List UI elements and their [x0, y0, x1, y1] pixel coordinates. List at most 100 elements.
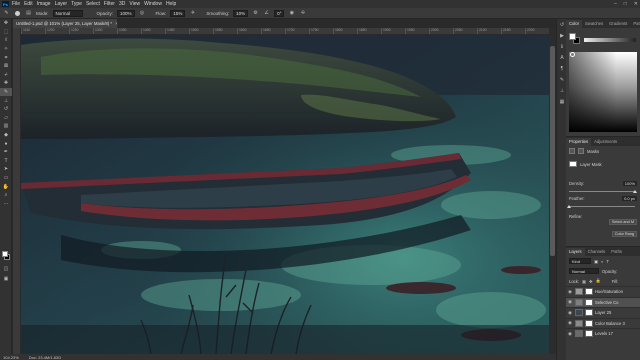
angle-field[interactable]: 0° — [274, 9, 285, 17]
layer-mask-thumb[interactable] — [585, 288, 593, 296]
layer-mask-thumb[interactable] — [585, 298, 593, 306]
select-and-mask-button[interactable]: Select and M — [608, 219, 637, 225]
layer-row[interactable]: ◉ Color Balance 3 — [566, 317, 640, 329]
pen-icon[interactable]: ✒ — [0, 148, 12, 157]
saturation-value-field[interactable] — [569, 52, 637, 132]
filter-pixel-icon[interactable]: ▣ — [594, 259, 598, 264]
filter-type-icon[interactable]: T — [607, 259, 610, 264]
feather-value[interactable]: 0.0 px — [622, 196, 637, 201]
quick-select-icon[interactable]: ✧ — [0, 45, 12, 54]
menu-layer[interactable]: Layer — [55, 1, 68, 7]
brush-icon[interactable]: ✎ — [0, 87, 12, 97]
menu-image[interactable]: Image — [37, 1, 51, 7]
marquee-icon[interactable]: ⬚ — [0, 28, 12, 37]
zoom-icon[interactable]: ⌕ — [0, 191, 12, 200]
blend-mode-select[interactable]: Normal — [569, 268, 599, 274]
menu-file[interactable]: File — [12, 1, 20, 7]
menu-3d[interactable]: 3D — [119, 1, 125, 7]
layer-row[interactable]: ◉ Levels 17 — [566, 328, 640, 339]
color-range-button[interactable]: Color Rang — [611, 231, 637, 237]
visibility-eye-icon[interactable]: ◉ — [568, 320, 573, 326]
lock-all-icon[interactable]: 🔒 — [596, 278, 601, 284]
menu-window[interactable]: Window — [144, 1, 162, 7]
canvas[interactable] — [21, 35, 549, 354]
foreground-color-swatch[interactable] — [2, 251, 8, 257]
menu-select[interactable]: Select — [86, 1, 100, 7]
gradient-icon[interactable]: ▥ — [0, 122, 12, 131]
density-value[interactable]: 100% — [622, 181, 637, 186]
mode-select[interactable]: Normal — [52, 9, 83, 17]
color-picker-cursor[interactable] — [570, 52, 575, 57]
layer-row[interactable]: ◉ Selective Co — [566, 296, 640, 307]
more-icon[interactable]: ⋯ — [0, 199, 12, 208]
hand-icon[interactable]: ✋ — [0, 182, 12, 191]
quick-mask-icon[interactable]: ◫ — [0, 265, 12, 274]
brush-settings-icon[interactable]: ▤ — [25, 10, 32, 17]
visibility-eye-icon[interactable]: ◉ — [568, 289, 573, 295]
document-info[interactable]: Doc: 23.4M/1.63G — [29, 355, 61, 360]
filter-adjust-icon[interactable]: ◐ — [601, 259, 604, 264]
density-slider[interactable] — [569, 190, 637, 193]
lock-position-icon[interactable]: ✥ — [589, 279, 593, 284]
lock-pixels-icon[interactable]: ▦ — [582, 279, 586, 284]
stamp-icon[interactable]: ⊥ — [0, 96, 12, 105]
scrollbar-thumb[interactable] — [550, 46, 555, 256]
healing-icon[interactable]: ✚ — [0, 79, 12, 88]
history-brush-icon[interactable]: ↺ — [0, 105, 12, 114]
move-icon[interactable]: ✥ — [0, 19, 12, 28]
airbrush-icon[interactable]: ✈ — [189, 10, 196, 17]
pressure-opacity-icon[interactable]: ◎ — [139, 10, 146, 17]
vertical-scrollbar[interactable] — [549, 28, 556, 354]
tab-color[interactable]: Color — [566, 20, 583, 28]
brush-tool-icon[interactable]: ✎ — [3, 10, 10, 17]
path-select-icon[interactable]: ➤ — [0, 165, 12, 174]
tab-channels[interactable]: Channels — [585, 248, 609, 256]
visibility-eye-icon[interactable]: ◉ — [568, 310, 573, 316]
lasso-icon[interactable]: ℓ — [0, 36, 12, 45]
document-tab[interactable]: Untitled-1.psd @ 101% (Layer 25, Layer M… — [13, 19, 118, 28]
brush-preset-picker[interactable] — [14, 10, 21, 17]
layer-mask-thumb[interactable] — [585, 330, 593, 338]
tab-patterns[interactable]: Patterns — [630, 20, 640, 28]
pixel-mask-icon[interactable] — [569, 148, 575, 154]
layer-mask-thumb[interactable] — [585, 309, 593, 317]
horizontal-ruler[interactable]: 1150 1200 1250 1300 1350 1400 1450 1500 1550 1600… — [21, 28, 549, 35]
zoom-level[interactable]: 104.23% — [3, 355, 19, 360]
symmetry-icon[interactable]: ✢ — [299, 10, 306, 17]
feather-slider-knob[interactable] — [567, 205, 571, 208]
color-foreground-swatch[interactable] — [569, 33, 576, 40]
eraser-icon[interactable]: ▱ — [0, 114, 12, 123]
opacity-field[interactable]: 100% — [117, 9, 135, 17]
dodge-icon[interactable]: ● — [0, 139, 12, 148]
pressure-size-icon[interactable]: ◉ — [288, 10, 295, 17]
layer-row[interactable]: ◉ Layer 25 — [566, 307, 640, 318]
photoshop-logo[interactable]: Ps — [2, 1, 9, 7]
rectangle-icon[interactable]: ▭ — [0, 174, 12, 183]
blur-icon[interactable]: ◆ — [0, 131, 12, 140]
close-window-button[interactable]: ✕ — [634, 1, 638, 7]
frame-icon[interactable]: ⊠ — [0, 62, 12, 71]
smoothing-gear-icon[interactable]: ⚙ — [252, 10, 259, 17]
crop-icon[interactable]: ⌗ — [0, 53, 12, 62]
vertical-ruler[interactable] — [13, 28, 21, 354]
menu-help[interactable]: Help — [166, 1, 176, 7]
close-tab-icon[interactable]: × — [115, 21, 118, 26]
smoothing-field[interactable]: 10% — [233, 9, 249, 17]
flow-field[interactable]: 15% — [170, 9, 186, 17]
tab-properties[interactable]: Properties — [566, 138, 592, 146]
menu-edit[interactable]: Edit — [24, 1, 33, 7]
maximize-button[interactable]: □ — [624, 1, 627, 7]
layer-mask-thumbnail[interactable] — [569, 161, 577, 167]
density-slider-knob[interactable] — [633, 190, 637, 193]
visibility-eye-icon[interactable]: ◉ — [568, 331, 573, 337]
tab-paths[interactable]: Paths — [608, 248, 625, 256]
visibility-eye-icon[interactable]: ◉ — [568, 299, 573, 305]
menu-view[interactable]: View — [129, 1, 140, 7]
minimize-button[interactable]: – — [614, 1, 617, 7]
layer-mask-thumb[interactable] — [585, 319, 593, 327]
vector-mask-icon[interactable] — [578, 148, 584, 154]
tab-gradients[interactable]: Gradients — [606, 20, 630, 28]
menu-filter[interactable]: Filter — [104, 1, 115, 7]
eyedropper-icon[interactable]: ⌿ — [0, 71, 12, 80]
tab-adjustments[interactable]: Adjustments — [591, 138, 620, 146]
